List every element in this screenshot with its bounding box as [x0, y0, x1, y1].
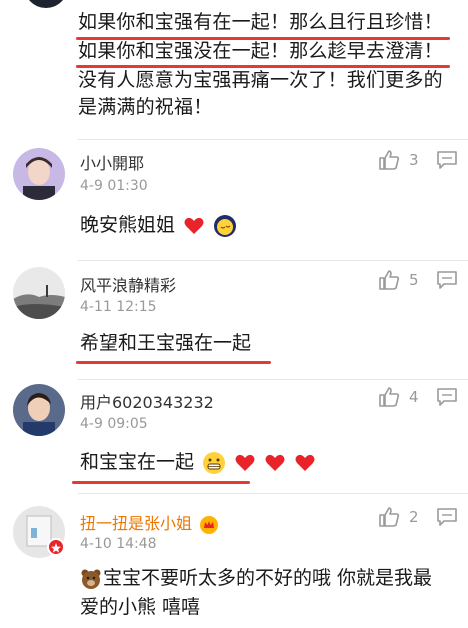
- thumbs-up-icon[interactable]: [378, 506, 400, 528]
- underline-mark: [72, 481, 250, 484]
- grinning-face-emoji-icon: [203, 451, 226, 474]
- thumbs-up-icon[interactable]: [378, 269, 400, 291]
- reply-icon[interactable]: [436, 270, 458, 290]
- comment-text: 和宝宝在一起: [80, 448, 316, 476]
- comment-text-body: 宝宝不要听太多的不好的哦 你就是我最: [103, 567, 433, 589]
- thumbs-up-icon[interactable]: [378, 149, 400, 171]
- timestamp: 4-9 01:30: [80, 178, 148, 194]
- user-name[interactable]: 小小開耶: [80, 150, 144, 174]
- user-name[interactable]: 风平浪静精彩: [80, 272, 176, 296]
- timestamp: 4-10 14:48: [80, 536, 157, 552]
- comment-text-line: 如果你和宝强没在一起！那么趁早去澄清！: [78, 40, 443, 62]
- underline-mark: [76, 361, 271, 364]
- reply-icon[interactable]: [436, 387, 458, 407]
- avatar[interactable]: [13, 384, 65, 436]
- comment-text-line: 没有人愿意为宝强再痛一次了！我们更多的: [78, 69, 443, 91]
- comment-text: 希望和王宝强在一起: [80, 332, 252, 354]
- reply-icon[interactable]: [436, 150, 458, 170]
- thumbs-up-icon[interactable]: [378, 386, 400, 408]
- comment-text-line: 是满满的祝福！: [78, 96, 213, 118]
- heart-emoji-icon: [295, 454, 315, 471]
- timestamp: 4-9 09:05: [80, 416, 148, 432]
- comment-text-body: 晚安熊姐姐: [80, 214, 176, 236]
- like-count: 3: [409, 151, 419, 169]
- sleeping-moon-emoji-icon: [214, 214, 237, 237]
- comment-item: 用户6020343232 4-9 09:05 4 和宝宝在一起: [0, 380, 468, 492]
- user-name[interactable]: 用户6020343232: [80, 389, 214, 413]
- heart-emoji-icon: [184, 217, 204, 234]
- comment-text: 爱的小熊 嘻嘻: [80, 596, 201, 618]
- comment-text-body: 和宝宝在一起: [80, 451, 195, 473]
- avatar[interactable]: [24, 0, 68, 8]
- reply-icon[interactable]: [436, 507, 458, 527]
- comment-text: 宝宝不要听太多的不好的哦 你就是我最: [80, 564, 432, 592]
- avatar[interactable]: [13, 267, 65, 319]
- comment-text: 晚安熊姐姐: [80, 211, 237, 239]
- user-name-text: 扭一扭是张小姐: [80, 514, 193, 533]
- like-count: 2: [409, 508, 419, 526]
- comment-item: 扭一扭是张小姐 4-10 14:48 2 宝宝不要听太多的不好的哦 你就是我最 …: [0, 494, 468, 628]
- like-count: 4: [409, 388, 419, 406]
- comment-item: 小小開耶 4-9 01:30 3 晚安熊姐姐: [0, 140, 468, 260]
- comment-item: 风平浪静精彩 4-11 12:15 5 希望和王宝强在一起: [0, 261, 468, 379]
- heart-emoji-icon: [235, 454, 255, 471]
- verified-badge-icon: [47, 538, 65, 556]
- top-comment: 如果你和宝强有在一起！那么且行且珍惜！ 如果你和宝强没在一起！那么趁早去澄清！ …: [0, 0, 468, 140]
- bear-emoji-icon: [81, 569, 101, 589]
- timestamp: 4-11 12:15: [80, 299, 157, 315]
- comment-text-line: 如果你和宝强有在一起！那么且行且珍惜！: [78, 11, 443, 33]
- like-count: 5: [409, 271, 419, 289]
- heart-emoji-icon: [265, 454, 285, 471]
- membership-crown-icon: [200, 515, 219, 534]
- user-name[interactable]: 扭一扭是张小姐: [80, 510, 219, 535]
- avatar[interactable]: [13, 148, 65, 200]
